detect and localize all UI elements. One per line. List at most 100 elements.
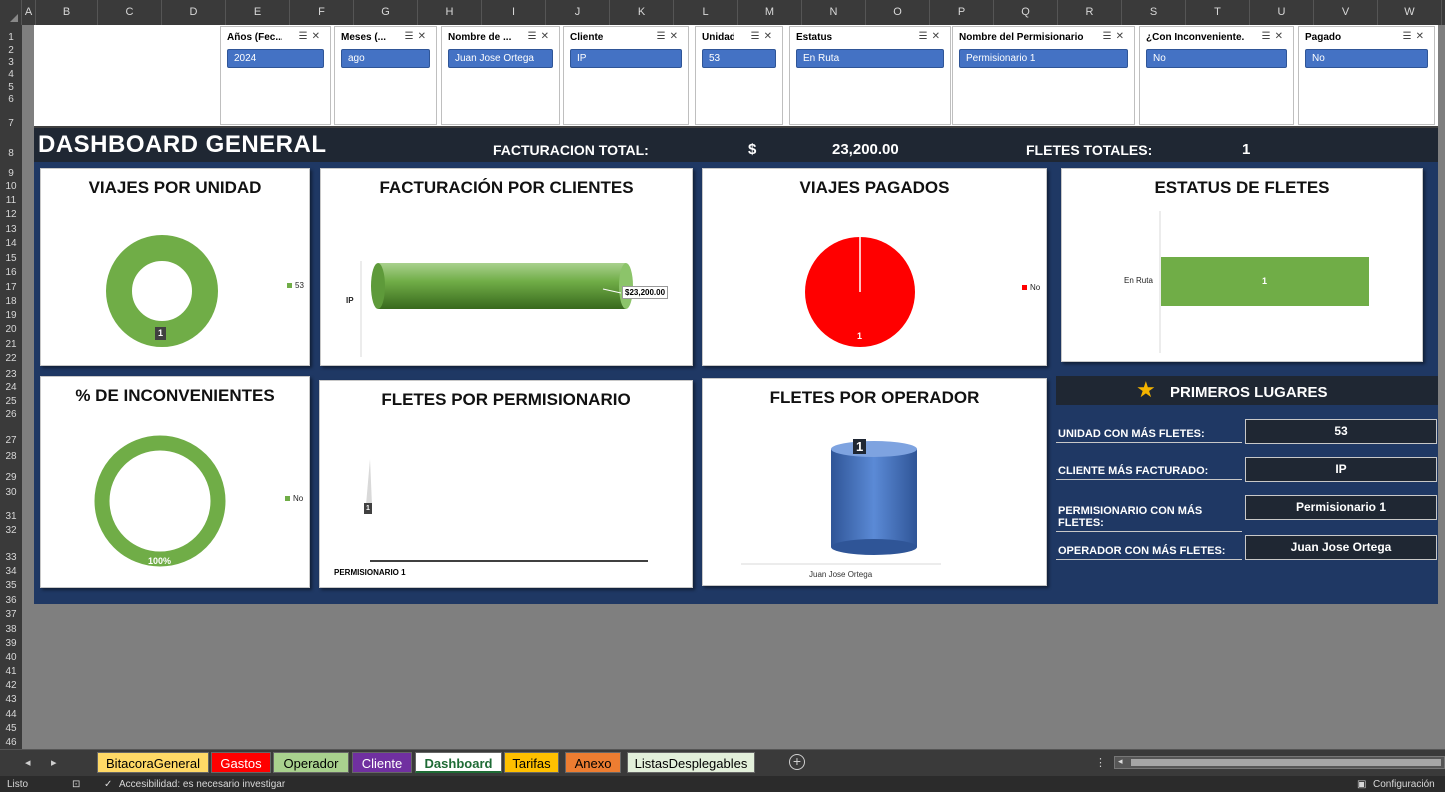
multi-select-icon[interactable]: ☰ xyxy=(919,31,932,42)
tab-scroll-right-icon[interactable]: ▸ xyxy=(51,756,57,769)
slicer-item-selected[interactable]: Permisionario 1 xyxy=(959,49,1128,68)
multi-select-icon[interactable]: ☰ xyxy=(1103,31,1116,42)
multi-select-icon[interactable]: ☰ xyxy=(405,31,418,42)
multi-select-icon[interactable]: ☰ xyxy=(751,31,764,42)
column-header[interactable]: W xyxy=(1378,0,1442,25)
clear-filter-icon[interactable]: ✕ xyxy=(312,31,324,42)
row-header[interactable]: 41 xyxy=(0,667,22,677)
row-header[interactable]: 30 xyxy=(0,488,22,498)
row-header[interactable]: 46 xyxy=(0,738,22,748)
settings-label[interactable]: Configuración xyxy=(1373,779,1435,790)
column-header[interactable]: K xyxy=(610,0,674,25)
row-header[interactable]: 42 xyxy=(0,681,22,691)
slicer-item-selected[interactable]: En Ruta xyxy=(796,49,944,68)
slicer-item-selected[interactable]: No xyxy=(1146,49,1287,68)
slicer[interactable]: Unidad ☰✕ 53 xyxy=(695,26,783,125)
row-header[interactable]: 18 xyxy=(0,297,22,307)
row-header[interactable]: 4 xyxy=(0,70,22,80)
sheet-tab-tarifas[interactable]: Tarifas xyxy=(504,752,559,773)
accessibility-status[interactable]: Accesibilidad: es necesario investigar xyxy=(119,779,285,790)
column-header[interactable]: E xyxy=(226,0,290,25)
row-header[interactable]: 44 xyxy=(0,710,22,720)
row-header[interactable]: 5 xyxy=(0,83,22,93)
row-header[interactable]: 32 xyxy=(0,526,22,536)
sheet-tab-operador[interactable]: Operador xyxy=(273,752,349,773)
row-header[interactable]: 19 xyxy=(0,311,22,321)
multi-select-icon[interactable]: ☰ xyxy=(657,31,670,42)
column-header[interactable]: P xyxy=(930,0,994,25)
column-header[interactable]: O xyxy=(866,0,930,25)
more-options-icon[interactable]: ⋮ xyxy=(1095,756,1106,769)
slicer-item-selected[interactable]: IP xyxy=(570,49,682,68)
column-header[interactable]: N xyxy=(802,0,866,25)
scrollbar-thumb[interactable] xyxy=(1131,759,1441,766)
clear-filter-icon[interactable]: ✕ xyxy=(670,31,682,42)
row-header[interactable]: 22 xyxy=(0,354,22,364)
row-header[interactable]: 24 xyxy=(0,383,22,393)
chart-porcentaje-inconvenientes[interactable]: % DE INCONVENIENTES No 100% xyxy=(40,376,310,588)
row-header[interactable]: 10 xyxy=(0,182,22,192)
chart-viajes-por-unidad[interactable]: VIAJES POR UNIDAD 53 1 xyxy=(40,168,310,366)
column-header[interactable]: L xyxy=(674,0,738,25)
row-header[interactable]: 40 xyxy=(0,653,22,663)
column-header[interactable]: Q xyxy=(994,0,1058,25)
column-header[interactable]: R xyxy=(1058,0,1122,25)
row-header[interactable]: 29 xyxy=(0,473,22,483)
slicer[interactable]: Años (Fec... ☰✕ 2024 xyxy=(220,26,331,125)
slicer-item-selected[interactable]: 2024 xyxy=(227,49,324,68)
row-header[interactable]: 14 xyxy=(0,239,22,249)
sheet-tab-cliente[interactable]: Cliente xyxy=(352,752,412,773)
row-header[interactable]: 1 xyxy=(0,33,22,43)
column-header[interactable]: B xyxy=(36,0,98,25)
column-header[interactable]: I xyxy=(482,0,546,25)
settings-icon[interactable]: ▣ xyxy=(1357,779,1366,790)
chart-viajes-pagados[interactable]: VIAJES PAGADOS No 1 xyxy=(702,168,1047,366)
slicer[interactable]: ¿Con Inconveniente... ☰✕ No xyxy=(1139,26,1294,125)
sheet-tab-anexo[interactable]: Anexo xyxy=(565,752,621,773)
add-sheet-icon[interactable]: + xyxy=(789,754,805,770)
tab-scroll-left-icon[interactable]: ◂ xyxy=(25,756,31,769)
slicer[interactable]: Cliente ☰✕ IP xyxy=(563,26,689,125)
row-header[interactable]: 28 xyxy=(0,452,22,462)
column-header[interactable]: F xyxy=(290,0,354,25)
row-header[interactable]: 9 xyxy=(0,169,22,179)
row-header[interactable]: 39 xyxy=(0,639,22,649)
row-header[interactable]: 33 xyxy=(0,553,22,563)
row-header[interactable]: 2 xyxy=(0,46,22,56)
row-header[interactable]: 31 xyxy=(0,512,22,522)
clear-filter-icon[interactable]: ✕ xyxy=(932,31,944,42)
column-header[interactable]: D xyxy=(162,0,226,25)
clear-filter-icon[interactable]: ✕ xyxy=(1275,31,1287,42)
slicer[interactable]: Pagado ☰✕ No xyxy=(1298,26,1435,125)
row-header[interactable]: 21 xyxy=(0,340,22,350)
column-header[interactable]: C xyxy=(98,0,162,25)
clear-filter-icon[interactable]: ✕ xyxy=(764,31,776,42)
sheet-tab-dashboard[interactable]: Dashboard xyxy=(415,752,502,773)
clear-filter-icon[interactable]: ✕ xyxy=(418,31,430,42)
slicer[interactable]: Nombre de ... ☰✕ Juan Jose Ortega xyxy=(441,26,560,125)
row-header[interactable]: 35 xyxy=(0,581,22,591)
row-header[interactable]: 13 xyxy=(0,225,22,235)
slicer-item-selected[interactable]: 53 xyxy=(702,49,776,68)
multi-select-icon[interactable]: ☰ xyxy=(528,31,541,42)
row-header[interactable]: 27 xyxy=(0,436,22,446)
multi-select-icon[interactable]: ☰ xyxy=(1262,31,1275,42)
column-header[interactable]: A xyxy=(22,0,36,25)
column-header[interactable]: U xyxy=(1250,0,1314,25)
scroll-left-icon[interactable]: ◂ xyxy=(1118,756,1123,767)
clear-filter-icon[interactable]: ✕ xyxy=(1416,31,1428,42)
row-header[interactable]: 6 xyxy=(0,95,22,105)
column-header[interactable]: T xyxy=(1186,0,1250,25)
chart-estatus-de-fletes[interactable]: ESTATUS DE FLETES En Ruta 1 xyxy=(1061,168,1423,362)
multi-select-icon[interactable]: ☰ xyxy=(299,31,312,42)
select-all-corner[interactable] xyxy=(0,0,22,25)
row-header[interactable]: 43 xyxy=(0,695,22,705)
row-header[interactable]: 17 xyxy=(0,283,22,293)
sheet-tab-gastos[interactable]: Gastos xyxy=(211,752,271,773)
row-header[interactable]: 7 xyxy=(0,119,22,129)
slicer[interactable]: Estatus ☰✕ En Ruta xyxy=(789,26,951,125)
row-header[interactable]: 12 xyxy=(0,210,22,220)
column-header[interactable]: H xyxy=(418,0,482,25)
row-header[interactable]: 38 xyxy=(0,625,22,635)
slicer-item-selected[interactable]: Juan Jose Ortega xyxy=(448,49,553,68)
